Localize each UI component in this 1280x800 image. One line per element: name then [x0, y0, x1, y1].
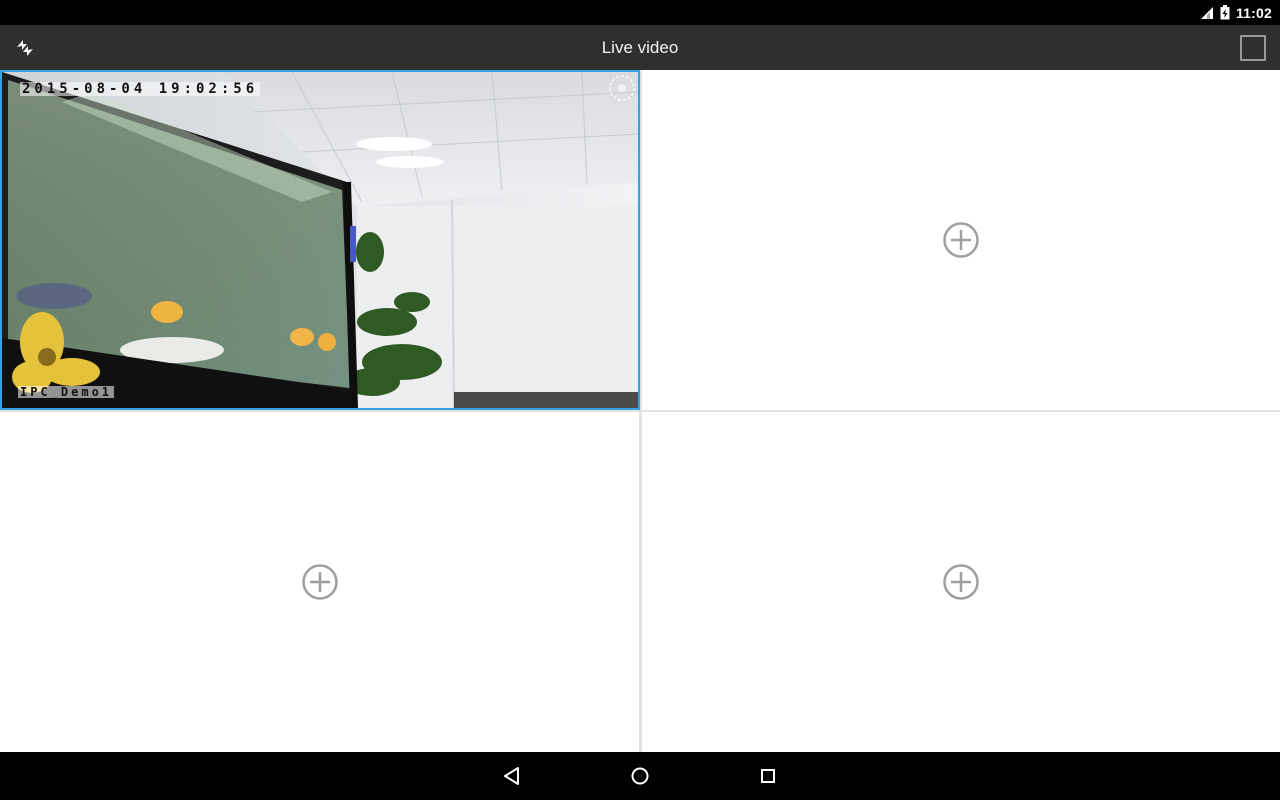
action-bar: Live video — [0, 25, 1280, 70]
page-title: Live video — [601, 37, 679, 57]
home-button[interactable] — [626, 762, 654, 790]
osd-channel-name: IPC_Demo1 — [18, 385, 115, 399]
recent-apps-icon — [761, 769, 775, 783]
add-channel-icon[interactable] — [301, 563, 339, 601]
video-cell-1[interactable]: 2015-08-04 19:02:56 IPC_Demo1 — [0, 70, 640, 410]
video-cell-3[interactable] — [0, 412, 639, 752]
home-icon — [631, 767, 649, 785]
osd-timestamp: 2015-08-04 19:02:56 — [20, 81, 261, 97]
live-video-feed — [2, 72, 638, 408]
add-channel-icon[interactable] — [942, 221, 980, 259]
switch-stream-button[interactable] — [10, 33, 40, 63]
recent-apps-button[interactable] — [754, 762, 782, 790]
signal-icon — [1200, 6, 1213, 19]
video-cell-2[interactable] — [642, 70, 1280, 410]
recording-badge-icon — [609, 75, 635, 101]
screen: 11:02 Live video 2015-08-04 19:02:56 IPC… — [0, 0, 1280, 800]
video-grid: 2015-08-04 19:02:56 IPC_Demo1 — [0, 70, 1280, 752]
switch-stream-icon — [17, 40, 33, 56]
status-time: 11:02 — [1235, 4, 1272, 21]
back-icon — [504, 767, 519, 785]
status-bar: 11:02 — [0, 0, 1280, 25]
video-cell-4[interactable] — [642, 412, 1280, 752]
layout-toggle-button[interactable] — [1240, 35, 1266, 61]
navigation-bar — [0, 752, 1280, 800]
add-channel-icon[interactable] — [942, 563, 980, 601]
back-button[interactable] — [498, 762, 526, 790]
battery-charging-icon — [1220, 5, 1230, 20]
